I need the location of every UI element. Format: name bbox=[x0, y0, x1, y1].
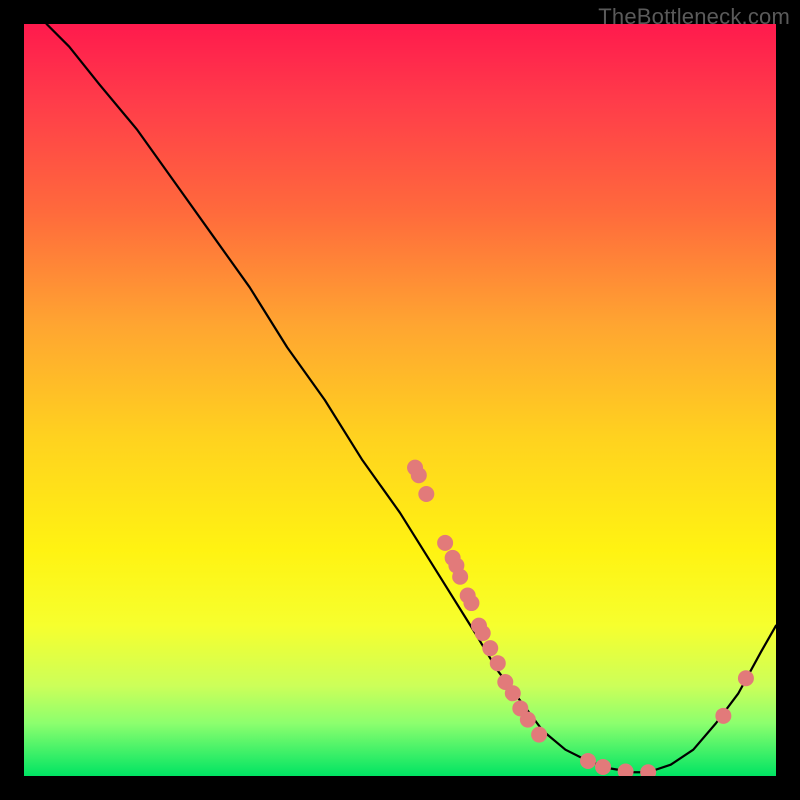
bottleneck-curve bbox=[47, 24, 776, 772]
data-marker bbox=[463, 595, 479, 611]
chart-area bbox=[24, 24, 776, 776]
data-marker bbox=[738, 670, 754, 686]
data-marker bbox=[452, 569, 468, 585]
chart-svg bbox=[24, 24, 776, 776]
marker-group bbox=[407, 460, 754, 776]
data-marker bbox=[490, 655, 506, 671]
data-marker bbox=[505, 685, 521, 701]
data-marker bbox=[715, 708, 731, 724]
data-marker bbox=[437, 535, 453, 551]
data-marker bbox=[640, 764, 656, 776]
watermark-text: TheBottleneck.com bbox=[598, 4, 790, 30]
data-marker bbox=[475, 625, 491, 641]
data-marker bbox=[618, 763, 634, 776]
data-marker bbox=[595, 759, 611, 775]
data-marker bbox=[482, 640, 498, 656]
data-marker bbox=[418, 486, 434, 502]
data-marker bbox=[531, 727, 547, 743]
data-marker bbox=[520, 712, 536, 728]
data-marker bbox=[580, 753, 596, 769]
data-marker bbox=[411, 467, 427, 483]
